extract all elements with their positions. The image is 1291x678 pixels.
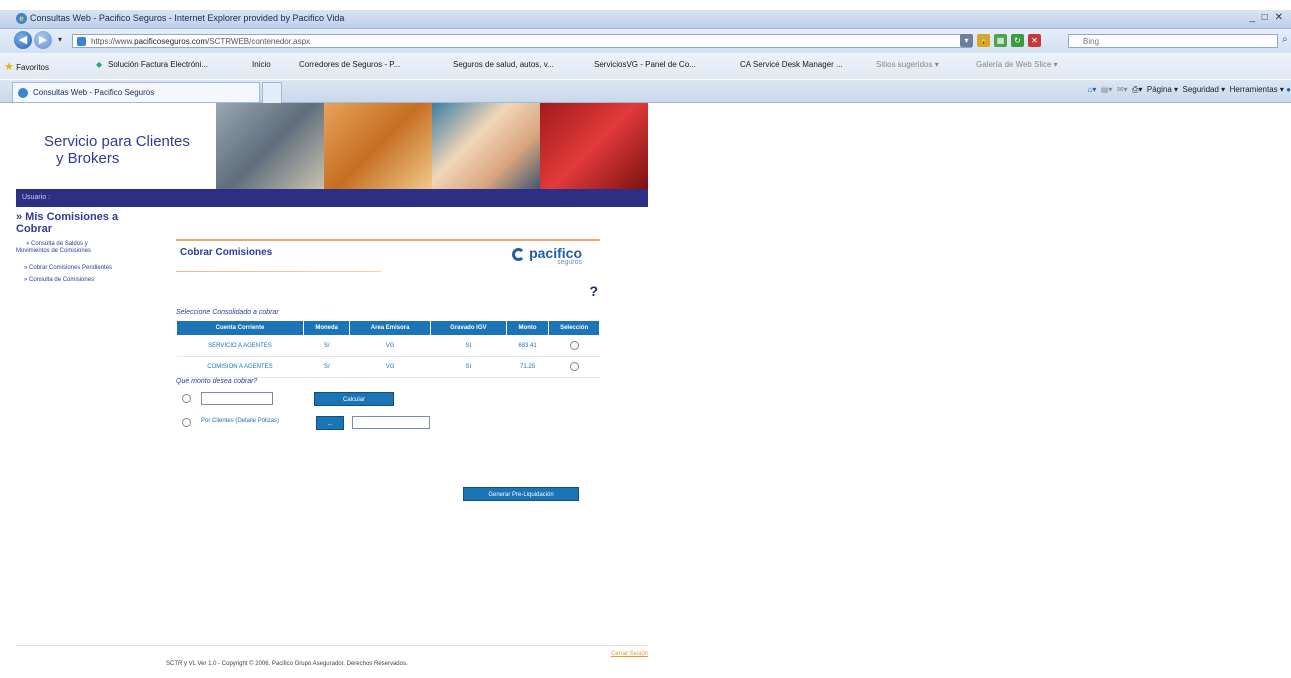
home-icon[interactable]: ⌂▾	[1087, 85, 1096, 94]
page-menu[interactable]: Página ▾	[1147, 85, 1178, 94]
pacifico-logo: pacifico seguros	[512, 245, 582, 266]
address-bar: ◀ ▶ ▾ https://www.pacificoseguros.com/SC…	[0, 29, 1291, 53]
favorites-bar: ★ Favoritos ◆ Solución Factura Electróni…	[0, 53, 1291, 79]
pacifico-swirl-icon	[512, 247, 526, 261]
divider	[176, 271, 381, 272]
security-menu[interactable]: Seguridad ▾	[1182, 85, 1225, 94]
column-header: Area Emisora	[349, 320, 431, 336]
search-placeholder: Bing	[1083, 37, 1100, 46]
forward-arrow-icon[interactable]: ▶	[34, 31, 52, 49]
column-header: Monto	[505, 320, 550, 336]
client-input[interactable]	[352, 416, 430, 429]
feeds-icon[interactable]: ▤▾	[1101, 85, 1113, 94]
tools-menu[interactable]: Herramientas ▾	[1230, 85, 1284, 94]
select-consolidado-title: Seleccione Consolidado a cobrar	[176, 309, 279, 316]
command-bar: ⌂▾ ▤▾ ✉▾ ⎙▾ Página ▾ Seguridad ▾ Herrami…	[1087, 85, 1291, 95]
tab-ie-icon	[18, 88, 28, 98]
amount-input[interactable]	[201, 392, 273, 405]
tab-label: Consultas Web - Pacifico Seguros	[33, 88, 155, 97]
select-radio-servicio[interactable]	[569, 340, 579, 350]
column-header: Moneda	[302, 320, 351, 336]
back-arrow-icon[interactable]: ◀	[14, 31, 32, 49]
header-banner-image	[216, 103, 648, 189]
tab-bar: Consultas Web - Pacifico Seguros ⌂▾ ▤▾ ✉…	[0, 80, 1291, 103]
footer-divider	[16, 645, 648, 646]
url-field[interactable]: https://www.pacificoseguros.com/SCTRWEB/…	[72, 34, 972, 48]
menu-title[interactable]: » Mis Comisiones a Cobrar	[16, 211, 118, 235]
page-icon	[77, 37, 86, 46]
mail-icon[interactable]: ✉▾	[1117, 85, 1128, 94]
select-radio-comision[interactable]	[569, 361, 579, 371]
by-client-row: Por Clientes (Detalle Pólizas) ...	[182, 415, 602, 433]
footer-copyright: SCTR y VL Ver 1.0 - Copyright © 2006. Pa…	[166, 661, 408, 667]
tab-consultas-web[interactable]: Consultas Web - Pacifico Seguros	[12, 82, 260, 102]
recent-pages-dropdown-icon[interactable]: ▾	[58, 35, 62, 44]
url-host: pacificoseguros.com	[134, 37, 208, 46]
ie-logo-icon: e	[16, 13, 27, 24]
window-titlebar: e Consultas Web - Pacifico Seguros - Int…	[0, 10, 1291, 29]
generar-pre-liquidacion-button[interactable]: Generar Pre-Liquidación	[463, 487, 579, 501]
stop-icon[interactable]: ✕	[1028, 34, 1041, 47]
fav-item-inicio[interactable]: Inicio	[252, 60, 271, 69]
fav-item-ca-service-desk[interactable]: CA Service Desk Manager ...	[740, 60, 843, 69]
user-label: Usuario :	[22, 194, 51, 201]
menu-item-consulta-saldos[interactable]: » Consulta de Saldos y Movimientos de Co…	[16, 241, 91, 255]
window-controls[interactable]: _ □ ✕	[1249, 12, 1285, 23]
help-icon[interactable]: ●	[1286, 85, 1291, 94]
web-page: Servicio para Clientes y Brokers Usuario…	[16, 103, 648, 678]
url-protocol: https://www.	[91, 37, 135, 46]
fav-item-web-slice[interactable]: Galería de Web Slice ▾	[976, 60, 1058, 69]
favorites-button[interactable]: ★ Favoritos	[4, 60, 49, 73]
panel-title: Cobrar Comisiones	[180, 247, 273, 258]
amount-radio[interactable]	[182, 394, 191, 403]
search-field[interactable]: Bing	[1068, 34, 1278, 48]
lock-icon[interactable]: 🔒	[977, 34, 990, 47]
fav-item-serviciosvg[interactable]: ServiciosVG - Panel de Co...	[594, 60, 696, 69]
print-icon[interactable]: ⎙▾	[1132, 85, 1142, 94]
menu-item-cobrar-comisiones[interactable]: » Cobrar Comisiones Pendientes	[24, 265, 112, 272]
refresh-icon[interactable]: ↻	[1011, 34, 1024, 47]
menu-item-consulta-comisiones[interactable]: » Consulta de Comisiones	[24, 277, 94, 284]
fav-item-corredores[interactable]: Corredores de Seguros - P...	[299, 60, 400, 69]
fav-item-seguros-salud[interactable]: Seguros de salud, autos, v...	[453, 60, 554, 69]
help-question-icon[interactable]: ?	[589, 283, 598, 299]
fav-item-sitios-sugeridos[interactable]: Sitios sugeridos ▾	[876, 60, 939, 69]
fav-item-factura[interactable]: Solución Factura Electróni...	[108, 60, 208, 69]
by-client-radio[interactable]	[182, 418, 191, 427]
table-row: SERVICIO A AGENTES S/ VG SI 683.41	[176, 335, 600, 357]
url-path: /SCTRWEB/contenedor.aspx	[207, 37, 311, 46]
star-icon: ★	[4, 61, 14, 73]
user-bar: Usuario :	[16, 189, 648, 207]
window-title: Consultas Web - Pacifico Seguros - Inter…	[30, 13, 345, 23]
site-brand: Servicio para Clientes y Brokers	[44, 133, 190, 167]
column-header: Gravado IGV	[429, 320, 507, 336]
column-header: Selección	[548, 320, 600, 336]
compat-view-icon[interactable]: ▦	[994, 34, 1007, 47]
add-favorite-icon[interactable]: ◆	[96, 60, 102, 69]
divider	[176, 239, 600, 241]
column-header: Cuenta Corriente	[176, 320, 304, 336]
logout-link[interactable]: Cerrar Sesión	[611, 651, 648, 657]
browse-button[interactable]: ...	[316, 416, 344, 430]
table-row: COMISION A AGENTES S/ VG SI 71.25	[176, 356, 600, 378]
new-tab-button[interactable]	[262, 82, 282, 103]
dropdown-icon[interactable]: ▾	[960, 34, 973, 47]
table-header: Cuenta Corriente Moneda Area Emisora Gra…	[176, 320, 600, 336]
calcular-button[interactable]: Calcular	[314, 392, 394, 406]
search-icon[interactable]: ⌕	[1282, 34, 1288, 45]
consolidado-table: Cuenta Corriente Moneda Area Emisora Gra…	[176, 320, 600, 378]
by-client-label: Por Clientes (Detalle Pólizas)	[201, 418, 280, 424]
amount-row: Calcular	[182, 391, 602, 409]
amount-question: Que monto desea cobrar?	[176, 378, 258, 385]
address-tools: ▾ 🔒 ▦ ↻ ✕	[960, 34, 1041, 47]
